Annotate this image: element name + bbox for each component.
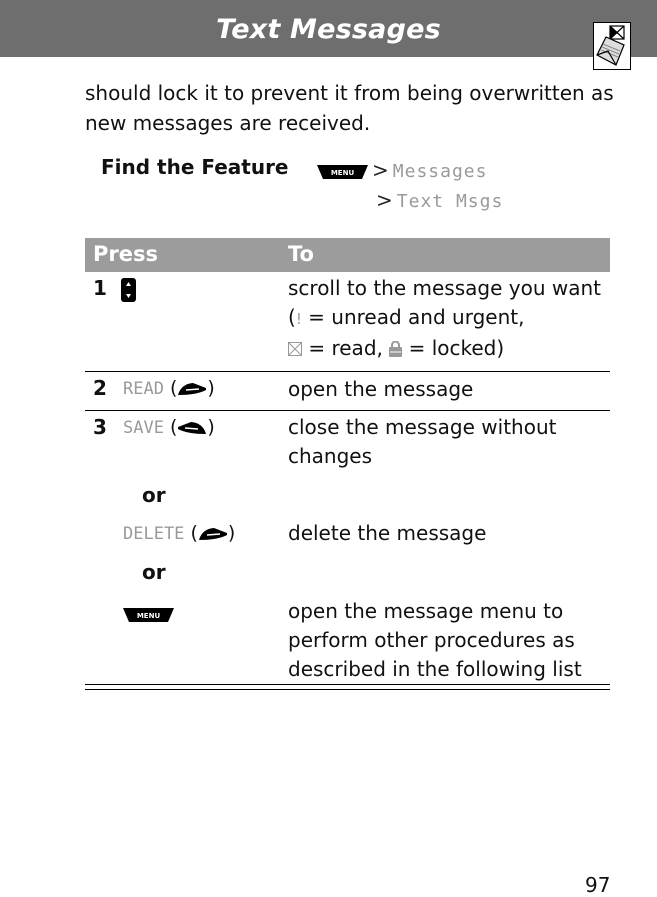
step-description: open the message menu to perform other p… bbox=[288, 599, 582, 681]
or-label: or bbox=[142, 483, 166, 507]
press-delete: DELETE () bbox=[123, 522, 236, 544]
header-press: Press bbox=[93, 242, 158, 266]
or-label: or bbox=[142, 560, 166, 584]
step-description: scroll to the message you want (! = unre… bbox=[288, 276, 601, 360]
step-description: close the message without changes bbox=[288, 415, 557, 468]
right-soft-key-icon bbox=[178, 382, 207, 395]
read-envelope-icon bbox=[288, 342, 302, 356]
lock-icon bbox=[389, 340, 403, 357]
path-separator: > bbox=[372, 158, 389, 182]
intro-paragraph: should lock it to prevent it from being … bbox=[85, 81, 614, 135]
step-number: 2 bbox=[93, 376, 107, 400]
press-read: READ () bbox=[123, 377, 215, 399]
menu-key-icon: MENU bbox=[123, 607, 174, 622]
page-number: 97 bbox=[585, 873, 611, 897]
find-the-feature-path: MENU > Messages > Text Msgs bbox=[317, 156, 503, 216]
table-row-group: 3 SAVE () close the message without chan… bbox=[85, 411, 610, 689]
table-header: Press To bbox=[85, 238, 610, 272]
step-description: delete the message bbox=[288, 521, 487, 545]
step-number: 3 bbox=[93, 415, 107, 439]
svg-text:MENU: MENU bbox=[137, 612, 161, 620]
right-soft-key-icon bbox=[198, 527, 227, 540]
path-item-messages: Messages bbox=[392, 161, 488, 182]
press-save: SAVE () bbox=[123, 416, 215, 438]
path-step-text-msgs: > Text Msgs bbox=[317, 186, 503, 216]
path-item-text-msgs: Text Msgs bbox=[396, 191, 504, 212]
text-messages-section-icon bbox=[593, 22, 631, 70]
page-header: Text Messages bbox=[0, 0, 657, 57]
header-to: To bbox=[288, 242, 314, 266]
menu-key-icon: MENU bbox=[317, 165, 368, 179]
table-row: 2 READ () open the message bbox=[85, 372, 610, 411]
path-separator: > bbox=[376, 188, 393, 212]
table-end-rule bbox=[85, 684, 610, 690]
left-soft-key-icon bbox=[178, 421, 207, 434]
step-description: open the message bbox=[288, 377, 474, 401]
navigation-key-icon bbox=[121, 278, 136, 307]
step-number: 1 bbox=[93, 276, 107, 300]
path-step-messages: MENU > Messages bbox=[317, 156, 503, 186]
find-the-feature-label: Find the Feature bbox=[101, 155, 289, 179]
press-menu: MENU bbox=[123, 603, 174, 625]
page-title: Text Messages bbox=[216, 14, 441, 45]
table-row: 1 scroll to the message you want (! = un… bbox=[85, 272, 610, 372]
menu-key-label: MENU bbox=[331, 169, 355, 177]
press-to-table: Press To 1 scroll to the message you wan… bbox=[85, 238, 610, 689]
